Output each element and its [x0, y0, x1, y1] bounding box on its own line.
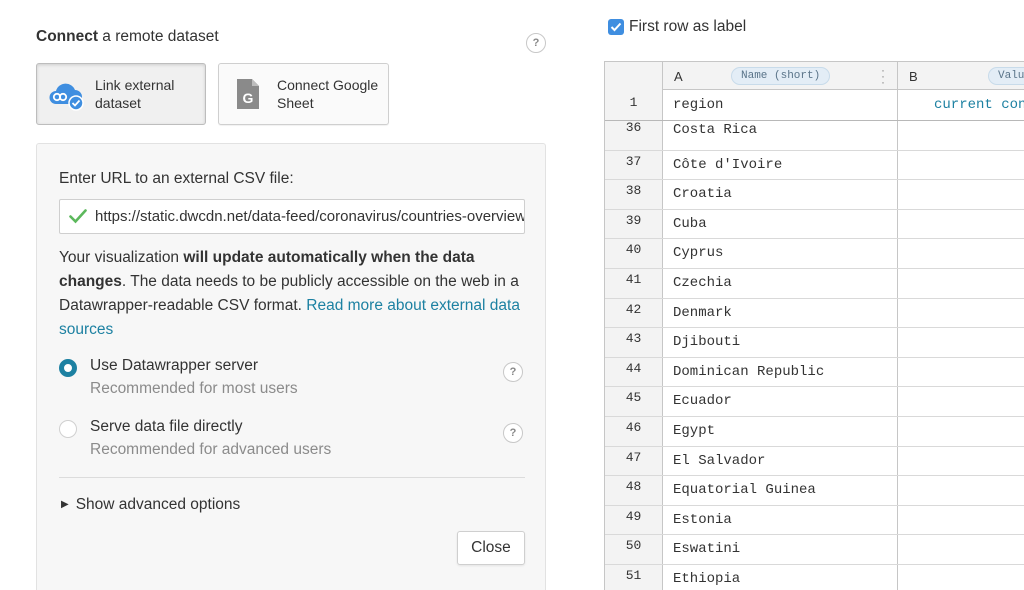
left-panel: Connect a remote dataset ? Link external… [0, 0, 565, 590]
cell-a[interactable]: Cyprus [663, 239, 898, 268]
column-header-b[interactable]: B Value [898, 62, 1024, 90]
divider [59, 477, 525, 478]
cell-a[interactable]: Dominican Republic [663, 357, 898, 387]
table-row[interactable]: 38 Croatia [605, 180, 1024, 210]
row-number: 41 [605, 269, 663, 298]
cell-a[interactable]: Côte d'Ivoire [663, 150, 898, 180]
cell-a[interactable]: Denmark [663, 298, 898, 328]
connect-google-sheet-button[interactable]: G Connect Google Sheet [218, 63, 389, 125]
row-number: 45 [605, 387, 663, 416]
row-number: 39 [605, 209, 663, 239]
radio-selected[interactable] [59, 359, 77, 377]
cell-b[interactable] [898, 447, 1024, 476]
cell-a[interactable]: Czechia [663, 269, 898, 298]
show-advanced-options[interactable]: ▶ Show advanced options [61, 496, 240, 514]
checkbox[interactable] [608, 19, 624, 35]
cloud-link-icon [49, 83, 84, 111]
row-number: 43 [605, 328, 663, 357]
cell-a[interactable]: Eswatini [663, 535, 898, 564]
checkmark-icon [610, 22, 622, 32]
cell-b[interactable] [898, 210, 1024, 239]
close-button[interactable]: Close [457, 531, 525, 565]
table-row[interactable]: 46 Egypt [605, 417, 1024, 447]
cell-b[interactable] [898, 535, 1024, 564]
table-row[interactable]: 36 Costa Rica [605, 121, 1024, 151]
table-row[interactable]: 43 Djibouti [605, 328, 1024, 358]
check-icon [69, 209, 87, 224]
column-name-pill[interactable]: Name (short) [731, 67, 831, 85]
row-number: 37 [605, 150, 663, 180]
cell-b[interactable] [898, 417, 1024, 446]
table-row[interactable]: 42 Denmark [605, 298, 1024, 329]
cell-b[interactable] [898, 151, 1024, 180]
table-row[interactable]: 48 Equatorial Guinea [605, 476, 1024, 506]
right-panel: First row as label A Name (short) · · · B … [565, 0, 1024, 590]
table-row[interactable]: 50 Eswatini [605, 535, 1024, 565]
row-number: 51 [605, 565, 663, 590]
triangle-right-icon: ▶ [61, 499, 69, 510]
cell-a[interactable]: Egypt [663, 417, 898, 446]
cell-b[interactable] [898, 358, 1024, 387]
table-row[interactable]: 40 Cyprus [605, 239, 1024, 269]
row-number: 48 [605, 476, 663, 505]
column-menu-icon[interactable]: · · · [881, 64, 885, 88]
cell-b[interactable] [898, 328, 1024, 357]
svg-text:G: G [243, 90, 254, 106]
data-grid[interactable]: A Name (short) ··· B Value 1 region curr… [604, 61, 1024, 590]
cell-a[interactable]: Ethiopia [663, 565, 898, 590]
table-row[interactable]: 44 Dominican Republic [605, 357, 1024, 388]
cell-b[interactable] [898, 506, 1024, 535]
table-header-row[interactable]: 1 region current confirmed [605, 90, 1024, 121]
cell-b[interactable] [898, 269, 1024, 298]
row-number: 42 [605, 298, 663, 328]
cell-a[interactable]: Cuba [663, 209, 898, 239]
cell-b[interactable] [898, 565, 1024, 590]
row-number: 49 [605, 505, 663, 535]
row-number: 46 [605, 417, 663, 446]
cell-a[interactable]: Djibouti [663, 328, 898, 357]
radio-unselected[interactable] [59, 420, 77, 438]
external-dataset-box: Enter URL to an external CSV file: https… [36, 143, 546, 590]
cell-a[interactable]: El Salvador [663, 446, 898, 476]
table-row[interactable]: 39 Cuba [605, 209, 1024, 240]
column-header-row: A Name (short) ··· B Value [605, 62, 1024, 90]
row-number: 50 [605, 535, 663, 564]
table-row[interactable]: 45 Ecuador [605, 387, 1024, 417]
cell-b[interactable] [898, 476, 1024, 505]
cell-b[interactable] [898, 387, 1024, 416]
link-external-dataset-button[interactable]: Link external dataset [36, 63, 206, 125]
cell-b[interactable] [898, 180, 1024, 209]
table-row[interactable]: 51 Ethiopia [605, 565, 1024, 590]
cell-b[interactable] [898, 239, 1024, 268]
google-sheet-icon: G [237, 79, 259, 109]
cell-a[interactable]: Ecuador [663, 387, 898, 416]
url-label: Enter URL to an external CSV file: [59, 170, 294, 187]
panel-heading: Connect a remote dataset [36, 28, 219, 45]
table-row[interactable]: 49 Estonia [605, 505, 1024, 536]
cell-a[interactable]: Croatia [663, 180, 898, 209]
row-number: 44 [605, 357, 663, 387]
row-number: 36 [605, 121, 663, 150]
row-number: 47 [605, 446, 663, 476]
url-input[interactable]: https://static.dwcdn.net/data-feed/coron… [59, 199, 525, 234]
corner-cell[interactable] [605, 62, 663, 90]
cell-b[interactable] [898, 299, 1024, 328]
cell-a[interactable]: Estonia [663, 505, 898, 535]
table-row[interactable]: 41 Czechia [605, 269, 1024, 299]
column-header-a[interactable]: A Name (short) · · · [663, 62, 898, 90]
cell-b[interactable] [898, 121, 1024, 150]
help-icon[interactable]: ? [526, 33, 546, 53]
column-name-pill[interactable]: Value [988, 67, 1024, 85]
cell-a[interactable]: Equatorial Guinea [663, 476, 898, 505]
table-row[interactable]: 37 Côte d'Ivoire [605, 150, 1024, 181]
table-row[interactable]: 47 El Salvador [605, 446, 1024, 477]
update-description: Your visualization will update automatic… [59, 249, 520, 338]
row-number: 38 [605, 180, 663, 209]
row-number: 40 [605, 239, 663, 268]
cell-a[interactable]: Costa Rica [663, 121, 898, 150]
help-icon[interactable]: ? [503, 423, 523, 443]
help-icon[interactable]: ? [503, 362, 523, 382]
